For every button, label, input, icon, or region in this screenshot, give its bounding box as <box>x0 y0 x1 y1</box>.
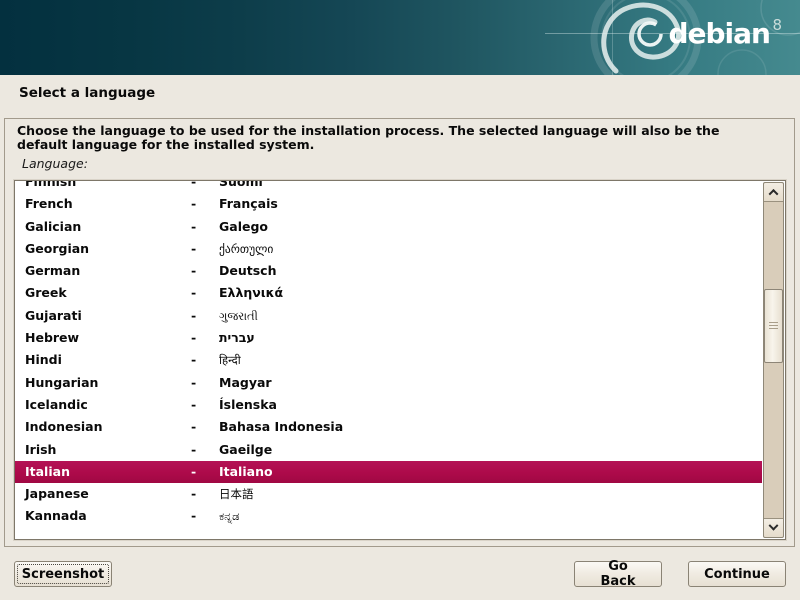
language-english-name: Italian <box>25 461 191 483</box>
vertical-scrollbar[interactable] <box>763 182 784 538</box>
language-row[interactable]: Irish-Gaeilge <box>15 439 762 461</box>
go-back-button[interactable]: Go Back <box>574 561 662 587</box>
language-separator: - <box>191 181 219 193</box>
language-english-name: Galician <box>25 216 191 238</box>
page-title: Select a language <box>19 85 155 101</box>
language-row[interactable]: Kannada-ಕನ್ನಡ <box>15 505 762 527</box>
language-row[interactable]: Italian-Italiano <box>15 461 762 483</box>
language-native-name: ქართული <box>219 238 762 260</box>
language-row[interactable]: Galician-Galego <box>15 216 762 238</box>
language-native-name: Italiano <box>219 461 762 483</box>
language-native-name: Bahasa Indonesia <box>219 416 762 438</box>
scrollbar-thumb[interactable] <box>764 289 783 363</box>
language-native-name: हिन्दी <box>219 349 762 371</box>
language-row[interactable]: Greek-Ελληνικά <box>15 282 762 304</box>
language-separator: - <box>191 238 219 260</box>
language-native-name: ગુજરાતી <box>219 305 762 327</box>
description-line-2: default language for the installed syste… <box>17 138 785 152</box>
chevron-up-icon <box>769 188 779 198</box>
language-separator: - <box>191 282 219 304</box>
language-row[interactable]: French-Français <box>15 193 762 215</box>
language-row[interactable]: Hebrew-עברית <box>15 327 762 349</box>
content-frame: Choose the language to be used for the i… <box>4 118 795 547</box>
language-row[interactable]: Finnish-Suomi <box>15 181 762 193</box>
language-separator: - <box>191 416 219 438</box>
scrollbar-grip <box>769 322 778 331</box>
description-text: Choose the language to be used for the i… <box>17 124 785 152</box>
language-english-name: Icelandic <box>25 394 191 416</box>
language-label: Language: <box>22 156 88 171</box>
language-native-name: Íslenska <box>219 394 762 416</box>
language-separator: - <box>191 349 219 371</box>
language-native-name: Suomi <box>219 181 762 193</box>
description-line-1: Choose the language to be used for the i… <box>17 124 785 138</box>
continue-button-label: Continue <box>704 567 770 582</box>
language-english-name: French <box>25 193 191 215</box>
language-english-name: Gujarati <box>25 305 191 327</box>
go-back-button-label: Go Back <box>589 559 647 589</box>
language-row[interactable]: Japanese-日本語 <box>15 483 762 505</box>
language-separator: - <box>191 260 219 282</box>
language-separator: - <box>191 483 219 505</box>
language-separator: - <box>191 505 219 527</box>
screenshot-button-label: Screenshot <box>22 567 105 582</box>
language-row[interactable]: Georgian-ქართული <box>15 238 762 260</box>
language-row[interactable]: German-Deutsch <box>15 260 762 282</box>
debian-logo: debian 8 <box>656 0 786 75</box>
brand-name: debian <box>668 17 770 50</box>
language-separator: - <box>191 305 219 327</box>
language-row[interactable]: Icelandic-Íslenska <box>15 394 762 416</box>
brand-version: 8 <box>772 16 782 34</box>
language-english-name: Hebrew <box>25 327 191 349</box>
continue-button[interactable]: Continue <box>688 561 786 587</box>
language-english-name: Kannada <box>25 505 191 527</box>
language-native-name: ಕನ್ನಡ <box>219 505 762 527</box>
language-native-name: Gaeilge <box>219 439 762 461</box>
language-row[interactable]: Hungarian-Magyar <box>15 372 762 394</box>
scrollbar-up-button[interactable] <box>764 183 783 202</box>
language-native-name: Magyar <box>219 372 762 394</box>
language-native-name: עברית <box>219 327 762 349</box>
language-english-name: Irish <box>25 439 191 461</box>
banner: debian 8 <box>0 0 800 75</box>
screenshot-button[interactable]: Screenshot <box>14 561 112 587</box>
language-separator: - <box>191 394 219 416</box>
language-english-name: Greek <box>25 282 191 304</box>
language-separator: - <box>191 193 219 215</box>
language-row[interactable]: Indonesian-Bahasa Indonesia <box>15 416 762 438</box>
language-english-name: Indonesian <box>25 416 191 438</box>
language-separator: - <box>191 327 219 349</box>
language-list-viewport: Finnish-SuomiFrench-FrançaisGalician-Gal… <box>15 181 762 539</box>
language-native-name: Galego <box>219 216 762 238</box>
language-english-name: Hungarian <box>25 372 191 394</box>
language-english-name: Japanese <box>25 483 191 505</box>
language-separator: - <box>191 461 219 483</box>
language-native-name: Français <box>219 193 762 215</box>
language-english-name: Hindi <box>25 349 191 371</box>
language-separator: - <box>191 372 219 394</box>
scrollbar-down-button[interactable] <box>764 518 783 537</box>
language-native-name: 日本語 <box>219 483 762 505</box>
language-native-name: Ελληνικά <box>219 282 762 304</box>
language-english-name: Finnish <box>25 181 191 193</box>
language-english-name: Georgian <box>25 238 191 260</box>
language-list-rows: Finnish-SuomiFrench-FrançaisGalician-Gal… <box>15 181 762 528</box>
language-english-name: German <box>25 260 191 282</box>
chevron-down-icon <box>769 520 779 530</box>
language-separator: - <box>191 216 219 238</box>
language-row[interactable]: Hindi-हिन्दी <box>15 349 762 371</box>
language-row[interactable]: Gujarati-ગુજરાતી <box>15 305 762 327</box>
language-separator: - <box>191 439 219 461</box>
language-native-name: Deutsch <box>219 260 762 282</box>
language-listbox: Finnish-SuomiFrench-FrançaisGalician-Gal… <box>14 180 786 540</box>
